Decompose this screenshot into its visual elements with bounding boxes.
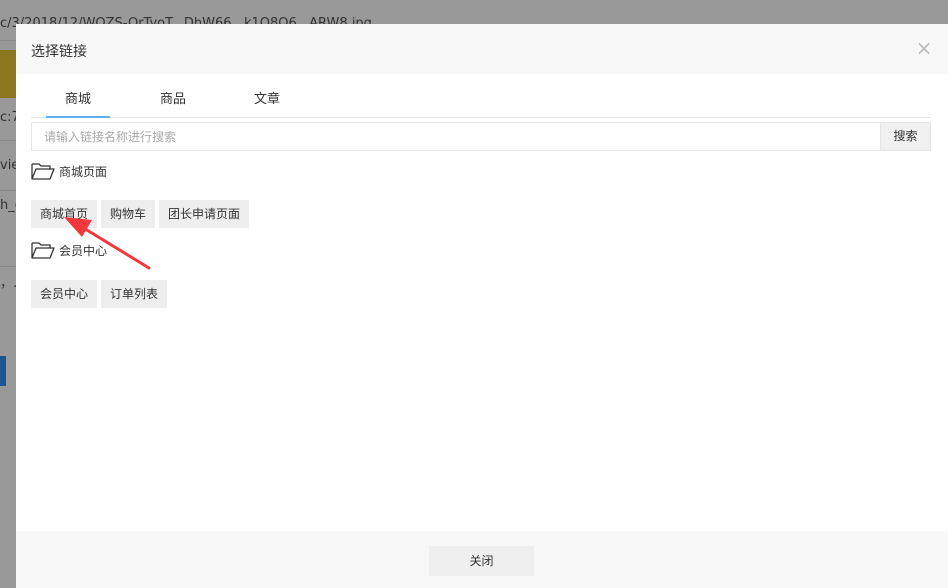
tab-mall[interactable]: 商城 [46,86,110,118]
search-row: 搜索 [31,122,931,151]
folder-open-icon [31,163,55,180]
group-title-text: 商城页面 [59,164,108,179]
tab-label: 商品 [159,92,186,107]
dialog-footer: 关闭 [16,531,948,588]
search-input[interactable] [31,122,881,151]
close-icon[interactable]: × [914,38,934,58]
link-order-list[interactable]: 订单列表 [101,280,168,308]
link-mall-home[interactable]: 商城首页 [31,200,98,228]
select-link-dialog: 选择链接 × 商城 商品 文章 搜索 商城页面 商城首页 购物车 团长申请页面 … [16,24,948,588]
link-cart[interactable]: 购物车 [101,200,156,228]
dialog-title: 选择链接 [31,44,87,60]
group-title-mall-pages[interactable]: 商城页面 [31,161,107,181]
folder-open-icon [31,242,55,259]
tab-label: 商城 [64,92,91,107]
link-member-center[interactable]: 会员中心 [31,280,98,308]
group-title-text: 会员中心 [59,243,108,258]
link-leader-apply[interactable]: 团长申请页面 [159,200,250,228]
tab-articles[interactable]: 文章 [235,86,299,118]
close-button[interactable]: 关闭 [429,546,534,576]
link-type-tabs: 商城 商品 文章 [31,86,931,118]
group-title-member-center[interactable]: 会员中心 [31,240,107,260]
tab-products[interactable]: 商品 [141,86,205,118]
dialog-header: 选择链接 × [16,24,948,74]
tab-label: 文章 [253,92,280,107]
search-button[interactable]: 搜索 [880,122,931,151]
